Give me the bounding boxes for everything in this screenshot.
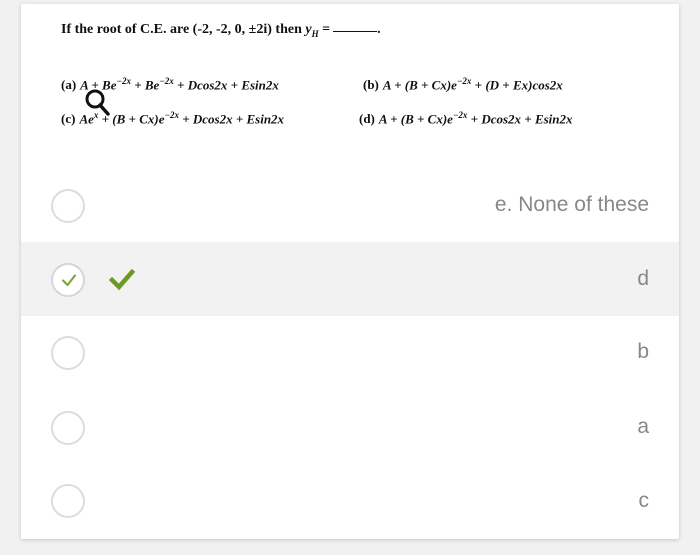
radio-button-selected[interactable] [51,263,85,297]
radio-button[interactable] [51,189,85,223]
choice-label: c [638,489,650,512]
radio-button[interactable] [51,336,85,370]
option-b-text-2: + (D + Ex)cos2x [471,77,563,93]
radio-button[interactable] [51,411,85,445]
option-a-exp-2: −2x [159,76,174,86]
check-icon [61,274,77,287]
option-d-tag: (d) [359,111,375,127]
question-stem-text: If the root of C.E. are (-2, -2, 0, ±2i)… [61,22,302,37]
option-d: (d) A + (B + Cx)e−2x + Dcos2x + Esin2x [359,110,573,127]
choice-label: a [637,415,649,438]
option-d-text-1: A + (B + Cx)e [378,111,453,127]
option-c-text-3: + Dcos2x + Esin2x [178,111,285,127]
choice-row-c[interactable]: c [21,464,679,538]
choice-row-e[interactable]: e. None of these [21,169,679,243]
option-b-exp-1: −2x [456,76,472,86]
green-checkmark-icon [109,269,135,291]
option-c-tag: (c) [61,111,76,127]
question-stem-equals: = [322,22,331,37]
option-a-exp-1: −2x [116,76,131,86]
option-b-tag: (b) [363,77,379,93]
radio-button[interactable] [51,484,85,518]
magnifier-icon[interactable] [83,88,111,118]
choice-row-a[interactable]: a [21,390,679,464]
choice-label: d [637,267,649,290]
option-a-text-3: + Dcos2x + Esin2x [173,77,279,93]
option-d-text-2: + Dcos2x + Esin2x [467,111,573,127]
choice-label: e. None of these [494,193,649,216]
choice-label: b [637,340,649,363]
choice-row-d[interactable]: d [21,242,679,316]
option-a-text-2: + Be [130,77,160,93]
question-stem: If the root of C.E. are (-2, -2, 0, ±2i)… [61,22,381,39]
option-c-exp-2: −2x [164,110,179,120]
question-stem-subscript: H [311,28,319,39]
option-d-exp-1: −2x [452,110,468,120]
option-a-tag: (a) [61,77,77,93]
option-b: (b) A + (B + Cx)e−2x + (D + Ex)cos2x [363,76,563,93]
option-b-text-1: A + (B + Cx)e [382,77,457,93]
question-image: If the root of C.E. are (-2, -2, 0, ±2i)… [61,18,661,136]
choice-row-b[interactable]: b [21,316,679,390]
question-card: If the root of C.E. are (-2, -2, 0, ±2i)… [21,4,679,539]
answer-blank [333,31,378,32]
